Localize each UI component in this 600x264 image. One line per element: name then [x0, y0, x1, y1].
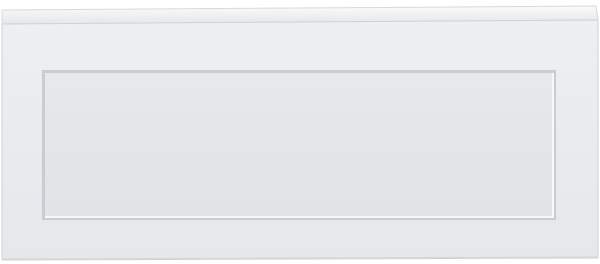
panel-drawing — [1, 5, 599, 261]
product-photo — [0, 0, 600, 264]
bath-side-panel-image — [0, 0, 600, 264]
panel-recess — [45, 73, 553, 217]
